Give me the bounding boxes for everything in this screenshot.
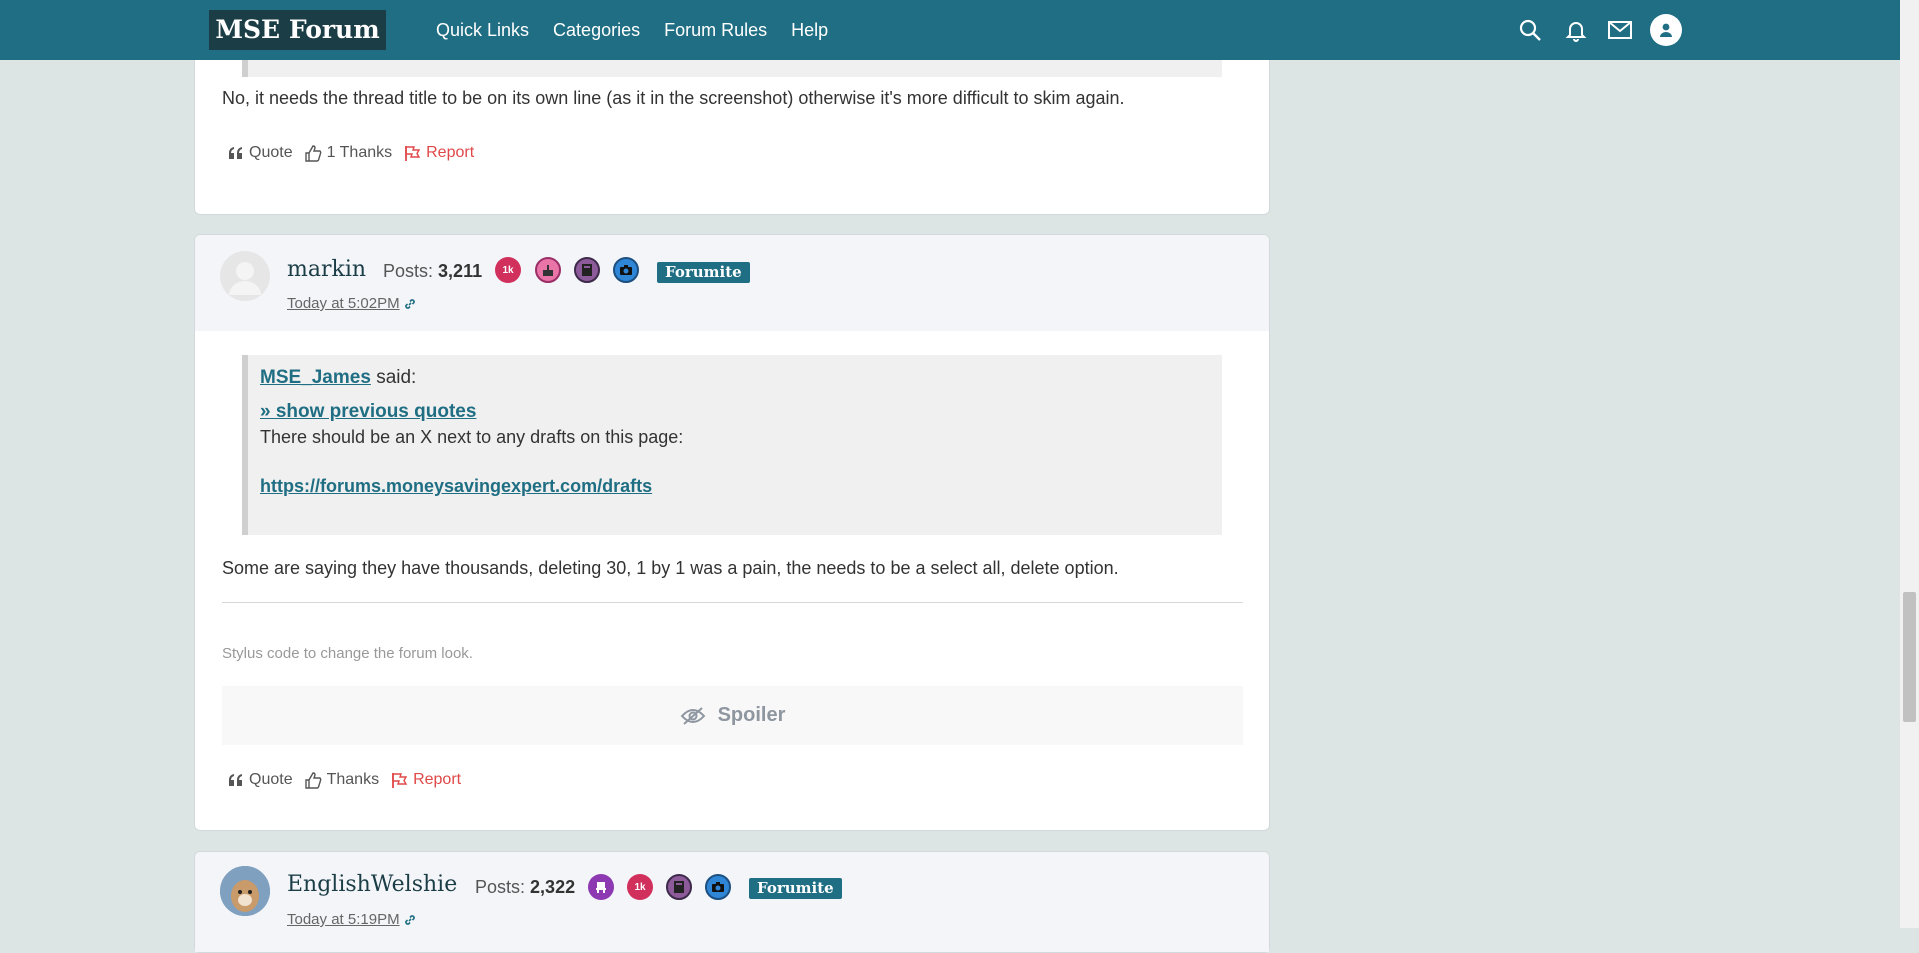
dog-avatar-icon [220,866,270,916]
site-logo[interactable]: MSE Forum [209,10,386,50]
eye-off-icon [680,706,705,725]
avatar[interactable] [220,866,270,916]
quote-block: MSE_James said: » show previous quotes T… [242,355,1222,535]
quote-author-link[interactable]: MSE_James [260,367,371,388]
thanks-button[interactable]: 1 Thanks [304,144,392,162]
badge-book-icon[interactable] [666,874,692,900]
username[interactable]: markin [287,257,366,282]
link-icon [404,298,415,309]
quote-button[interactable]: Quote [228,144,293,162]
mail-icon[interactable] [1606,16,1634,44]
badge-1k[interactable]: 1k [495,257,521,283]
signature: Stylus code to change the forum look. [222,645,473,662]
nav-forum-rules[interactable]: Forum Rules [664,20,767,41]
thumbs-up-icon [304,144,321,162]
drafts-link[interactable]: https://forums.moneysavingexpert.com/dra… [260,476,652,497]
avatar[interactable] [220,251,270,301]
report-button[interactable]: Report [404,144,474,162]
show-previous-quotes-link[interactable]: » show previous quotes [260,401,476,423]
thumbs-up-icon [304,771,321,789]
page-scrollbar-track[interactable] [1900,0,1919,928]
post-timestamp[interactable]: Today at 5:02PM [287,295,416,312]
signature-divider [222,602,1243,603]
post-actions: Quote Thanks Report [228,771,473,789]
post-actions: Quote 1 Thanks Report [228,144,486,162]
nav-quick-links[interactable]: Quick Links [436,20,529,41]
user-icon [1660,23,1672,37]
nav-help[interactable]: Help [791,20,828,41]
search-icon[interactable] [1516,16,1544,44]
bell-icon[interactable] [1562,16,1590,44]
badge-camera-icon[interactable] [705,874,731,900]
main-nav: Quick Links Categories Forum Rules Help [436,0,852,60]
post-card-englishwelshie: EnglishWelshie Posts: 2,322 1k Forumite … [194,851,1270,953]
nav-categories[interactable]: Categories [553,20,640,41]
badge-book-icon[interactable] [574,257,600,283]
post-body: No, it needs the thread title to be on i… [222,88,1125,108]
thanks-button[interactable]: Thanks [304,771,379,789]
default-avatar-icon [229,262,261,295]
post-timestamp[interactable]: Today at 5:19PM [287,911,416,928]
post-count: Posts: 2,322 [475,877,576,897]
quote-author: MSE_James said: [260,367,417,388]
quote-text: There should be an X next to any drafts … [260,427,684,447]
page-scrollbar-thumb[interactable] [1903,592,1916,722]
badge-camera-icon[interactable] [613,257,639,283]
link-icon [404,914,415,925]
spoiler-toggle[interactable]: Spoiler [222,686,1243,745]
post-header: EnglishWelshie Posts: 2,322 1k Forumite … [195,852,1269,952]
report-button[interactable]: Report [391,771,461,789]
quote-icon [229,147,242,159]
flag-icon [392,772,408,788]
badge-cake-icon[interactable] [535,257,561,283]
username[interactable]: EnglishWelshie [287,872,457,897]
user-avatar-button[interactable] [1650,14,1682,46]
badge-1k[interactable]: 1k [627,874,653,900]
flag-icon [405,145,421,161]
post-header: markin Posts: 3,211 1k Forumite Today at… [195,235,1269,331]
post-card-markin: markin Posts: 3,211 1k Forumite Today at… [194,234,1270,831]
post-count: Posts: 3,211 [383,261,483,281]
rank-badge: Forumite [749,878,842,899]
badge-chair-icon[interactable] [588,874,614,900]
rank-badge: Forumite [657,262,750,283]
post-body: Some are saying they have thousands, del… [222,558,1119,578]
top-navigation-bar: MSE Forum Quick Links Categories Forum R… [0,0,1900,60]
quote-icon [229,774,242,786]
quote-button[interactable]: Quote [228,771,293,789]
